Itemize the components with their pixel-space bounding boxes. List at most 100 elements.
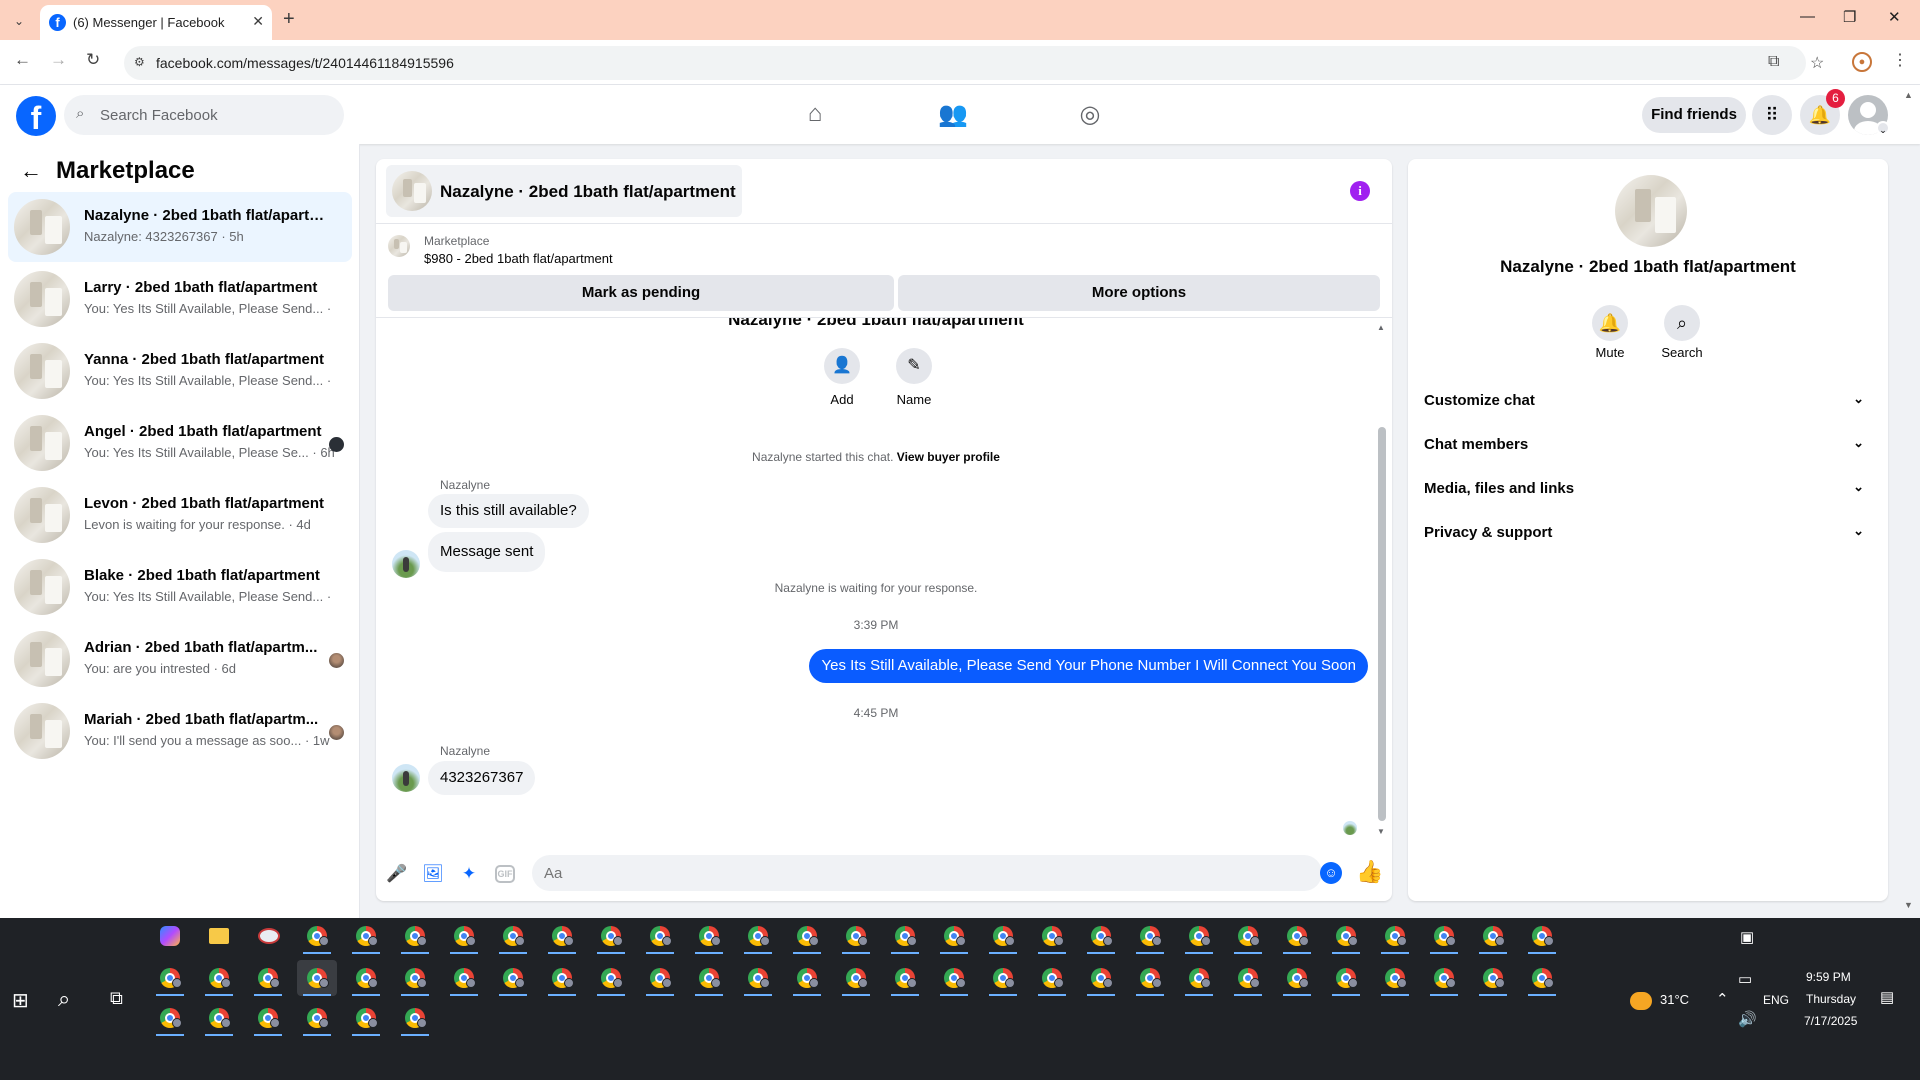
emoji-icon[interactable]: ☺ <box>1320 862 1342 884</box>
chrome-window-button[interactable] <box>1130 918 1170 954</box>
chrome-window-button[interactable] <box>493 960 533 996</box>
page-scroll-up-icon[interactable]: ▲ <box>1904 90 1913 100</box>
facebook-logo-icon[interactable]: f <box>16 96 56 136</box>
chrome-window-button[interactable] <box>199 1000 239 1036</box>
facebook-search[interactable]: ⌕ <box>64 95 344 135</box>
chrome-window-button[interactable] <box>150 1000 190 1036</box>
chrome-window-button[interactable] <box>1179 918 1219 954</box>
clock-time[interactable]: 9:59 PM <box>1806 970 1851 984</box>
clock-day[interactable]: Thursday <box>1806 992 1856 1006</box>
chrome-window-button[interactable] <box>493 918 533 954</box>
chrome-window-button[interactable] <box>1277 960 1317 996</box>
facebook-search-input[interactable] <box>100 103 330 127</box>
tab-search-chevron-icon[interactable]: ⌄ <box>8 10 30 32</box>
privacy-support-row[interactable]: Privacy & support ⌄ <box>1424 515 1864 551</box>
chrome-window-button[interactable] <box>1032 960 1072 996</box>
chrome-window-button[interactable] <box>542 960 582 996</box>
chrome-window-button[interactable] <box>836 960 876 996</box>
add-person-icon[interactable]: 👤 <box>824 348 860 384</box>
conversation-item[interactable]: Blake · 2bed 1bath flat/apartment You: Y… <box>8 552 352 622</box>
weather-icon[interactable] <box>1630 992 1652 1010</box>
taskbar-search-icon[interactable]: ⌕ <box>58 986 70 1012</box>
conversation-item[interactable]: Mariah · 2bed 1bath flat/apartm... You: … <box>8 696 352 766</box>
more-options-button[interactable]: More options <box>898 275 1380 311</box>
chrome-window-button[interactable] <box>1326 918 1366 954</box>
chrome-window-button[interactable] <box>1424 918 1464 954</box>
page-scroll-down-icon[interactable]: ▼ <box>1904 900 1913 910</box>
chrome-window-button[interactable] <box>934 918 974 954</box>
chrome-window-button[interactable] <box>836 918 876 954</box>
tray-device-icon[interactable]: ▣ <box>1740 928 1754 946</box>
search-icon[interactable]: ⌕ <box>1664 305 1700 341</box>
chrome-window-button[interactable] <box>787 918 827 954</box>
menu-grid-icon[interactable]: ⠿ <box>1752 95 1792 135</box>
chrome-window-button[interactable] <box>297 1000 337 1036</box>
show-hidden-icons-chevron-icon[interactable]: ⌃ <box>1716 990 1729 1008</box>
info-icon[interactable]: i <box>1350 181 1370 201</box>
chrome-window-button[interactable] <box>1473 960 1513 996</box>
chrome-window-button[interactable] <box>885 918 925 954</box>
chat-scrollbar[interactable] <box>1378 427 1386 821</box>
chrome-window-button[interactable] <box>885 960 925 996</box>
back-arrow-icon[interactable]: ← <box>20 158 42 184</box>
chrome-window-button[interactable] <box>346 1000 386 1036</box>
tray-network-icon[interactable]: ▭ <box>1738 970 1752 988</box>
chrome-window-button[interactable] <box>591 918 631 954</box>
chrome-window-button[interactable] <box>395 918 435 954</box>
snipping-tool-button[interactable] <box>248 918 288 954</box>
chrome-window-button[interactable] <box>1522 960 1562 996</box>
chrome-window-button[interactable] <box>297 960 337 996</box>
chrome-window-button[interactable] <box>248 1000 288 1036</box>
chrome-window-button[interactable] <box>1032 918 1072 954</box>
conversation-item[interactable]: Levon · 2bed 1bath flat/apartment Levon … <box>8 480 352 550</box>
conversation-item[interactable]: Nazalyne · 2bed 1bath flat/apartm... Naz… <box>8 192 352 262</box>
chrome-window-button[interactable] <box>444 918 484 954</box>
chrome-window-button[interactable] <box>591 960 631 996</box>
thumbs-up-icon[interactable]: 👍 <box>1356 859 1383 885</box>
install-app-icon[interactable]: ⧉ <box>1768 53 1779 71</box>
browser-menu-icon[interactable]: ⋮ <box>1892 50 1908 70</box>
chrome-window-button[interactable] <box>1081 918 1121 954</box>
chrome-window-button[interactable] <box>983 960 1023 996</box>
sticker-icon[interactable]: ✦ <box>458 863 480 885</box>
conversation-item[interactable]: Yanna · 2bed 1bath flat/apartment You: Y… <box>8 336 352 406</box>
listing-price[interactable]: $980 - 2bed 1bath flat/apartment <box>424 251 613 266</box>
site-info-icon[interactable]: ⚙ <box>134 55 145 69</box>
notification-center-icon[interactable]: ▤ <box>1880 988 1894 1006</box>
chrome-window-button[interactable] <box>934 960 974 996</box>
browser-tab[interactable]: f (6) Messenger | Facebook ✕ <box>40 5 272 40</box>
file-explorer-button[interactable] <box>199 918 239 954</box>
friends-icon[interactable]: 👥 <box>937 100 969 130</box>
scroll-down-icon[interactable]: ▼ <box>1377 827 1385 836</box>
customize-chat-row[interactable]: Customize chat ⌄ <box>1424 383 1864 419</box>
chrome-window-button[interactable] <box>983 918 1023 954</box>
bookmark-star-icon[interactable]: ☆ <box>1810 53 1824 73</box>
chrome-window-button[interactable] <box>689 918 729 954</box>
chrome-window-button[interactable] <box>297 918 337 954</box>
minimize-icon[interactable]: — <box>1800 8 1815 25</box>
back-arrow-icon[interactable]: ← <box>14 50 31 70</box>
reload-icon[interactable]: ↻ <box>86 50 100 70</box>
media-files-links-row[interactable]: Media, files and links ⌄ <box>1424 471 1864 507</box>
chrome-window-button[interactable] <box>787 960 827 996</box>
microphone-icon[interactable]: 🎤 <box>386 863 408 885</box>
chrome-window-button[interactable] <box>1375 960 1415 996</box>
incoming-message[interactable]: 4323267367 <box>428 761 536 795</box>
copilot-button[interactable] <box>150 918 190 954</box>
chrome-window-button[interactable] <box>1228 918 1268 954</box>
chrome-window-button[interactable] <box>738 918 778 954</box>
find-friends-button[interactable]: Find friends <box>1642 97 1746 133</box>
chrome-window-button[interactable] <box>395 1000 435 1036</box>
input-language[interactable]: ENG <box>1763 993 1789 1007</box>
chat-members-row[interactable]: Chat members ⌄ <box>1424 427 1864 463</box>
chrome-window-button[interactable] <box>1277 918 1317 954</box>
windows-start-icon[interactable]: ⊞ <box>12 988 29 1013</box>
home-icon[interactable]: ⌂ <box>799 100 831 130</box>
omnibox[interactable]: ⚙ facebook.com/messages/t/24014461184915… <box>124 46 1824 80</box>
sender-avatar[interactable] <box>392 764 420 792</box>
chrome-window-button[interactable] <box>346 918 386 954</box>
volume-icon[interactable]: 🔊 <box>1738 1010 1757 1028</box>
task-view-icon[interactable]: ⧉ <box>110 988 123 1009</box>
conversation-item[interactable]: Adrian · 2bed 1bath flat/apartm... You: … <box>8 624 352 694</box>
photo-icon[interactable]: 🖼 <box>422 863 444 885</box>
